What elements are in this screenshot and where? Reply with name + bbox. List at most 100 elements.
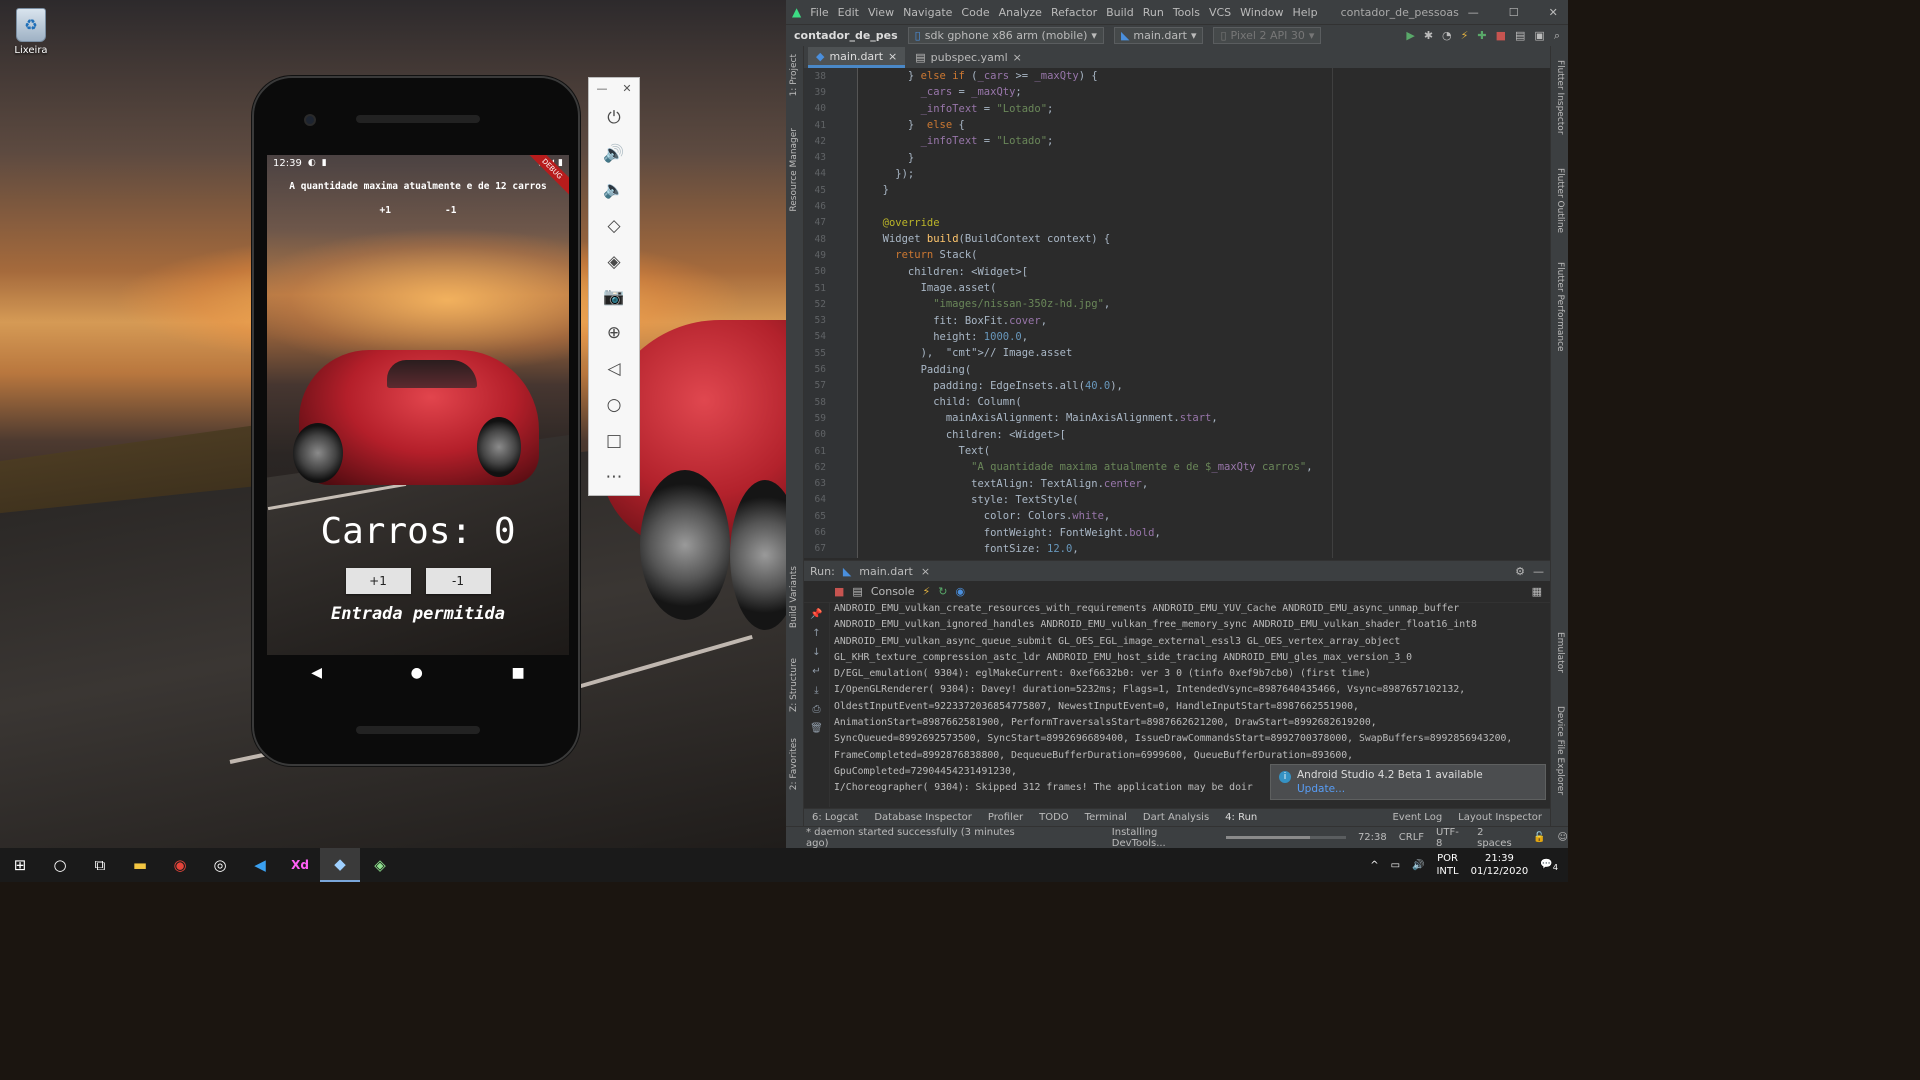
pin-icon[interactable]: 📌 <box>810 609 822 620</box>
search-icon[interactable]: ⌕ <box>1554 29 1560 43</box>
run-config-selector[interactable]: ◣ main.dart ▾ <box>1113 27 1204 44</box>
more-icon[interactable]: ⋯ <box>594 459 634 495</box>
flutter-outline-tab[interactable]: Flutter Outline <box>1555 168 1565 233</box>
menu-window[interactable]: Window <box>1240 6 1283 19</box>
menu-vcs[interactable]: VCS <box>1209 6 1231 19</box>
terminal-tab[interactable]: Terminal <box>1085 812 1127 823</box>
file-encoding[interactable]: UTF-8 <box>1436 827 1465 849</box>
todo-tab[interactable]: TODO <box>1039 812 1069 823</box>
menu-tools[interactable]: Tools <box>1173 6 1200 19</box>
code-editor[interactable]: 38 } else if (_cars >= _maxQty) {39 _car… <box>804 68 1550 558</box>
menu-refactor[interactable]: Refactor <box>1051 6 1097 19</box>
small-minus-button[interactable]: -1 <box>445 205 456 216</box>
emulator-tab[interactable]: Emulator <box>1555 632 1565 673</box>
tab-pubspec[interactable]: ▤ pubspec.yaml × <box>907 47 1030 68</box>
network-icon[interactable]: ▭ <box>1391 860 1400 871</box>
structure-tab[interactable]: Z: Structure <box>789 658 799 712</box>
language-indicator[interactable]: POR INTL <box>1436 852 1458 878</box>
maximize-icon[interactable]: ☐ <box>1509 6 1519 19</box>
run-bottom-tab[interactable]: 4: Run <box>1225 812 1257 823</box>
menu-build[interactable]: Build <box>1106 6 1134 19</box>
android-studio-icon[interactable]: ◆ <box>320 848 360 882</box>
decrement-button[interactable]: -1 <box>425 568 491 594</box>
avd-selector[interactable]: ▯ Pixel 2 API 30 ▾ <box>1213 27 1322 44</box>
run-tab[interactable]: main.dart <box>859 565 913 578</box>
layout-inspector-tab[interactable]: Layout Inspector <box>1458 812 1550 823</box>
volume-down-icon[interactable]: 🔈 <box>594 172 634 208</box>
minimize-icon[interactable]: — <box>1468 6 1479 19</box>
nav-home-icon[interactable]: ● <box>411 665 423 681</box>
start-icon[interactable]: ⊞ <box>0 848 40 882</box>
home-icon[interactable]: ○ <box>594 387 634 423</box>
zoom-icon[interactable]: ⊕ <box>594 315 634 351</box>
hot-restart-icon[interactable]: ↻ <box>938 585 947 598</box>
tab-main-dart[interactable]: ◆ main.dart × <box>808 47 906 68</box>
power-icon[interactable]: ⏻ <box>594 100 634 136</box>
profiler-tab[interactable]: Profiler <box>988 812 1023 823</box>
small-plus-button[interactable]: +1 <box>380 205 391 216</box>
device-selector[interactable]: ▯ sdk gphone x86 arm (mobile) ▾ <box>907 27 1104 44</box>
indent-setting[interactable]: 2 spaces <box>1477 827 1521 849</box>
caret-position[interactable]: 72:38 <box>1358 832 1387 843</box>
menu-view[interactable]: View <box>868 6 894 19</box>
notification-center-icon[interactable]: 💬4 <box>1540 859 1558 872</box>
device-file-explorer-tab[interactable]: Device File Explorer <box>1555 706 1565 795</box>
build-variants-tab[interactable]: Build Variants <box>789 566 799 628</box>
run-icon[interactable]: ▶ <box>1406 29 1414 42</box>
adobe-xd-icon[interactable]: Xd <box>280 848 320 882</box>
rotate-left-icon[interactable]: ◇ <box>594 208 634 244</box>
layout-icon[interactable]: ▦ <box>1532 585 1550 598</box>
file-explorer-icon[interactable]: ▬ <box>120 848 160 882</box>
event-log-tab[interactable]: Event Log <box>1392 812 1442 823</box>
menu-edit[interactable]: Edit <box>838 6 859 19</box>
logcat-tab[interactable]: 6: Logcat <box>812 812 858 823</box>
update-notification[interactable]: i Android Studio 4.2 Beta 1 available Up… <box>1270 764 1546 800</box>
volume-icon[interactable]: 🔊 <box>1412 860 1424 871</box>
project-structure-icon[interactable]: ▤ <box>1515 29 1525 42</box>
project-breadcrumb[interactable]: contador_de_pes <box>794 29 898 42</box>
apply-changes-icon[interactable]: ✚ <box>1477 29 1486 42</box>
lock-icon[interactable]: 🔓 <box>1533 832 1545 843</box>
close-icon[interactable]: × <box>921 565 930 578</box>
flutter-inspector-tab[interactable]: Flutter Inspector <box>1555 60 1565 135</box>
nav-back-icon[interactable]: ◀ <box>311 665 322 681</box>
menu-analyze[interactable]: Analyze <box>999 6 1042 19</box>
menu-file[interactable]: File <box>810 6 828 19</box>
emulator-icon[interactable]: ◈ <box>360 848 400 882</box>
back-icon[interactable]: ◁ <box>594 351 634 387</box>
close-icon[interactable]: ✕ <box>1549 6 1558 19</box>
arrow-down-icon[interactable]: ↓ <box>812 647 820 658</box>
recycle-bin-shortcut[interactable]: ♻ Lixeira <box>12 8 50 56</box>
search-icon[interactable]: ○ <box>40 848 80 882</box>
nav-recents-icon[interactable]: ■ <box>511 665 524 681</box>
minimize-icon[interactable]: — <box>596 82 607 95</box>
profile-icon[interactable]: ◔ <box>1442 29 1452 42</box>
vscode-icon[interactable]: ◀ <box>240 848 280 882</box>
flutter-performance-tab[interactable]: Flutter Performance <box>1555 262 1565 352</box>
console-tab[interactable]: Console <box>871 585 915 598</box>
menu-code[interactable]: Code <box>961 6 989 19</box>
background-task[interactable]: Installing DevTools... <box>1112 827 1214 849</box>
resource-manager-tab[interactable]: Resource Manager <box>789 128 799 212</box>
hot-reload-icon[interactable]: ⚡ <box>922 585 930 598</box>
stop-icon[interactable]: ■ <box>1496 29 1506 42</box>
menu-run[interactable]: Run <box>1143 6 1164 19</box>
rotate-right-icon[interactable]: ◈ <box>594 244 634 280</box>
overview-icon[interactable]: □ <box>594 423 634 459</box>
scroll-to-end-icon[interactable]: ⤓ <box>814 685 818 696</box>
arrow-up-icon[interactable]: ↑ <box>812 628 820 639</box>
project-panel-tab[interactable]: 1: Project <box>789 54 799 96</box>
task-view-icon[interactable]: ⧉ <box>80 848 120 882</box>
clock[interactable]: 21:39 01/12/2020 <box>1471 852 1529 878</box>
menu-navigate[interactable]: Navigate <box>903 6 952 19</box>
devtools-icon[interactable]: ◉ <box>955 585 965 598</box>
volume-up-icon[interactable]: 🔊 <box>594 136 634 172</box>
stop-icon[interactable]: ■ <box>834 585 844 598</box>
close-icon[interactable]: ✕ <box>622 82 631 95</box>
print-icon[interactable]: ⎙ <box>813 704 821 715</box>
github-desktop-icon[interactable]: ◎ <box>200 848 240 882</box>
menu-help[interactable]: Help <box>1293 6 1318 19</box>
line-separator[interactable]: CRLF <box>1399 832 1424 843</box>
camera-icon[interactable]: 📷 <box>594 279 634 315</box>
trash-icon[interactable]: 🗑 <box>810 723 823 734</box>
